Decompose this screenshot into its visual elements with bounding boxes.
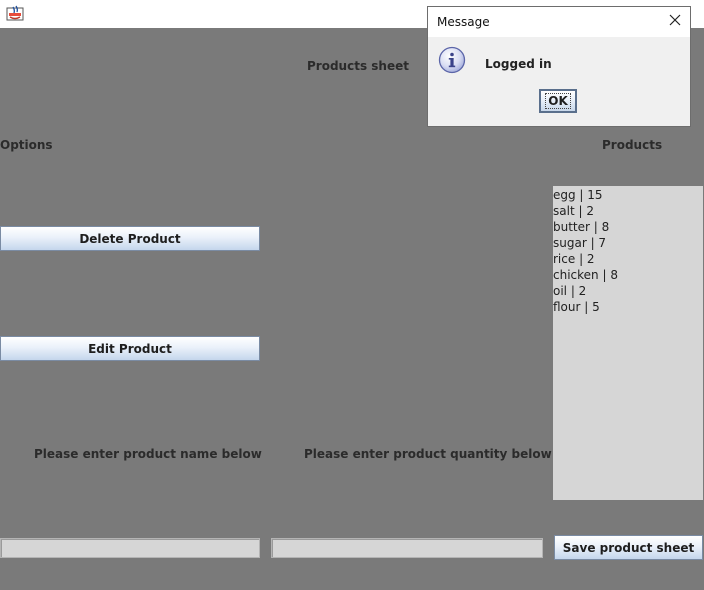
list-item[interactable]: egg | 15 — [553, 187, 703, 203]
dialog-message: Logged in — [485, 57, 552, 71]
list-item[interactable]: chicken | 8 — [553, 267, 703, 283]
message-dialog: Message Logged in OK — [427, 6, 691, 127]
list-item[interactable]: rice | 2 — [553, 251, 703, 267]
dialog-titlebar: Message — [428, 7, 690, 37]
options-label: Options — [0, 138, 53, 152]
product-quantity-input[interactable] — [271, 538, 543, 558]
ok-button-label: OK — [545, 93, 571, 109]
list-item[interactable]: oil | 2 — [553, 283, 703, 299]
list-item[interactable]: butter | 8 — [553, 219, 703, 235]
ok-button[interactable]: OK — [539, 89, 577, 113]
list-item[interactable]: salt | 2 — [553, 203, 703, 219]
products-label: Products — [602, 138, 663, 152]
delete-product-button[interactable]: Delete Product — [0, 226, 260, 251]
product-name-input[interactable] — [0, 538, 260, 558]
java-app-icon — [6, 5, 24, 21]
product-quantity-prompt: Please enter product quantity below — [304, 447, 552, 461]
edit-product-button[interactable]: Edit Product — [0, 336, 260, 361]
list-item[interactable]: sugar | 7 — [553, 235, 703, 251]
dialog-title: Message — [437, 15, 490, 29]
save-product-sheet-button[interactable]: Save product sheet — [554, 535, 703, 560]
list-item[interactable]: flour | 5 — [553, 299, 703, 315]
product-name-prompt: Please enter product name below — [34, 447, 262, 461]
products-list[interactable]: egg | 15 salt | 2 butter | 8 sugar | 7 r… — [553, 186, 703, 500]
close-icon[interactable] — [668, 13, 682, 27]
page-title: Products sheet — [307, 59, 409, 73]
info-icon — [438, 46, 466, 74]
